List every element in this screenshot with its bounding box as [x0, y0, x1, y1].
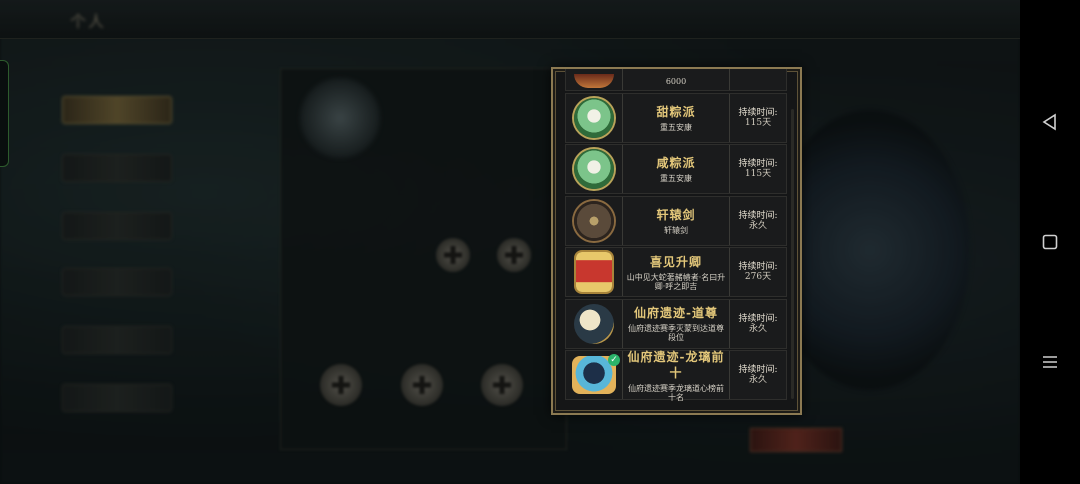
menu-button[interactable] — [1020, 342, 1080, 382]
duration-label: 持续时间: — [738, 313, 778, 324]
duration-value: 永久 — [748, 323, 767, 334]
duration-label: 持续时间: — [738, 210, 778, 221]
list-item-duration-cell: 持续时间: 永久 — [730, 351, 786, 399]
title-name: 喜见升卿 — [649, 254, 702, 269]
title-name: 咸粽派 — [656, 156, 696, 170]
list-item-main-cell: 轩辕剑 轩辕剑 — [623, 196, 730, 245]
list-item-icon-cell — [566, 145, 623, 193]
list-item-icon-cell: ✓ — [566, 351, 623, 399]
duration-value: 永久 — [748, 220, 767, 231]
list-item-icon-cell — [566, 93, 623, 142]
duration-label: 持续时间: — [738, 262, 778, 272]
list-item[interactable]: 轩辕剑 轩辕剑 持续时间: 永久 — [565, 195, 787, 246]
list-item-duration-cell: 持续时间: 115天 — [730, 94, 786, 142]
list-scrollbar[interactable] — [791, 109, 794, 399]
home-button[interactable] — [1020, 222, 1080, 262]
list-item-value: 6000 — [665, 77, 687, 86]
title-name: 轩辕剑 — [656, 207, 696, 222]
title-name: 仙府遗迹-龙璃前十 — [627, 349, 725, 380]
list-item[interactable]: 咸粽派 重五安康 持续时间: 115天 — [565, 144, 787, 194]
duration-label: 持续时间: — [738, 159, 778, 169]
equipped-check-icon: ✓ — [608, 354, 620, 366]
duration-value: 115天 — [744, 117, 772, 128]
list-item-duration-cell — [730, 69, 786, 90]
list-item-icon-cell — [566, 196, 623, 245]
title-description: 重五安康 — [660, 122, 692, 132]
list-item-partial[interactable]: 6000 — [565, 69, 787, 91]
list-item-main-cell: 甜粽派 重五安康 — [623, 93, 730, 142]
title-name: 甜粽派 — [656, 104, 696, 119]
list-item-main-cell: 咸粽派 重五安康 — [623, 145, 730, 193]
list-item-duration-cell: 持续时间: 永久 — [730, 300, 786, 348]
list-item[interactable]: 甜粽派 重五安康 持续时间: 115天 — [565, 92, 787, 143]
title-list[interactable]: 6000 甜粽派 重五安康 持续时间: 115天 咸粽派 重五安康 持续时间: … — [565, 69, 787, 407]
duration-label: 持续时间: — [738, 107, 778, 118]
title-list-popup: 6000 甜粽派 重五安康 持续时间: 115天 咸粽派 重五安康 持续时间: … — [551, 67, 802, 415]
list-item-main-cell: 仙府遗迹-道尊 仙府遗迹赛季灭蒙到达道尊段位 — [623, 299, 730, 348]
list-item-main-cell: 6000 — [623, 69, 730, 90]
list-item[interactable]: ✓ 仙府遗迹-龙璃前十 仙府遗迹赛季龙璃道心榜前十名 持续时间: 永久 — [565, 349, 787, 402]
list-item[interactable]: 仙府遗迹-道尊 仙府遗迹赛季灭蒙到达道尊段位 持续时间: 永久 — [565, 298, 787, 349]
duration-value: 永久 — [748, 375, 767, 385]
list-item-duration-cell: 持续时间: 永久 — [730, 197, 786, 245]
title-badge-icon — [574, 74, 614, 88]
title-description: 仙府遗迹赛季灭蒙到达道尊段位 — [628, 324, 724, 342]
menu-lines-icon — [1043, 356, 1057, 368]
xuanyuan-sword-badge-icon — [574, 200, 614, 241]
salty-zongzi-badge-icon — [574, 149, 614, 189]
list-item-icon-cell — [566, 69, 623, 90]
home-square-icon — [1042, 234, 1058, 250]
moon-badge-icon — [574, 303, 614, 344]
red-scroll-badge-icon — [576, 252, 612, 292]
title-description: 重五安康 — [660, 174, 692, 183]
list-item[interactable]: 喜见升卿 山中见大蛇著赭帻者·名曰升卿·呼之即吉 持续时间: 276天 — [565, 247, 787, 297]
modal-dim-overlay[interactable] — [0, 0, 1020, 484]
duration-value: 276天 — [744, 272, 772, 282]
sweet-zongzi-badge-icon — [574, 97, 614, 138]
list-item-duration-cell: 持续时间: 115天 — [730, 145, 786, 193]
duration-value: 115天 — [744, 169, 772, 179]
title-description: 山中见大蛇著赭帻者·名曰升卿·呼之即吉 — [626, 272, 726, 291]
list-item-duration-cell: 持续时间: 276天 — [730, 248, 786, 296]
title-description: 仙府遗迹赛季龙璃道心榜前十名 — [628, 383, 724, 402]
back-triangle-icon — [1042, 113, 1056, 131]
list-item-icon-cell — [566, 299, 623, 348]
title-name: 仙府遗迹-道尊 — [634, 306, 718, 320]
back-button[interactable] — [1020, 102, 1080, 142]
duration-label: 持续时间: — [738, 365, 778, 375]
system-nav-bar — [1020, 0, 1080, 484]
list-item-icon-cell — [566, 248, 623, 296]
title-description: 轩辕剑 — [664, 225, 688, 235]
list-item-main-cell: 喜见升卿 山中见大蛇著赭帻者·名曰升卿·呼之即吉 — [623, 248, 730, 296]
list-item-main-cell: 仙府遗迹-龙璃前十 仙府遗迹赛季龙璃道心榜前十名 — [623, 349, 730, 402]
